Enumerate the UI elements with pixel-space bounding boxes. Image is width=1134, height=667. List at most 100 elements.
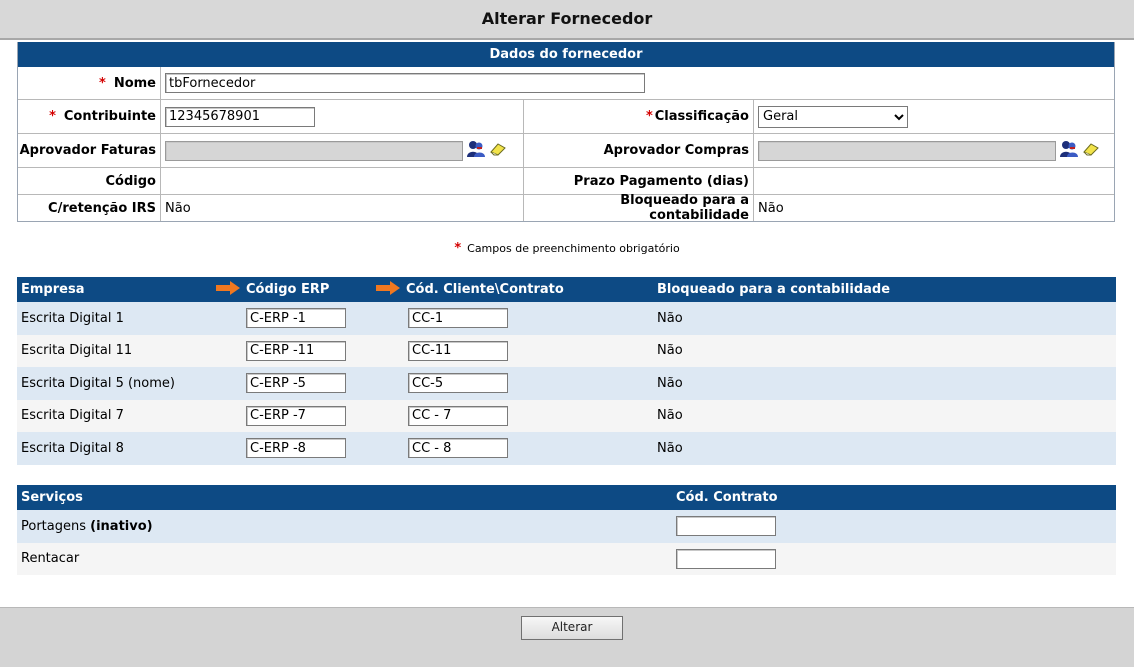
service-name-cell: Portagens (inativo): [21, 510, 153, 543]
services-table-body: Portagens (inativo) Rentacar: [17, 510, 1116, 575]
required-fields-note: * Campos de preenchimento obrigatório: [0, 241, 1134, 256]
cod-contrato-cell: [676, 510, 776, 543]
codigo-erp-input[interactable]: [246, 438, 346, 459]
eraser-icon[interactable]: [489, 142, 507, 160]
header-codigo-erp: Código ERP: [246, 282, 330, 297]
eraser-icon[interactable]: [1082, 142, 1100, 160]
empresa-cell: Escrita Digital 1: [21, 310, 124, 326]
users-lookup-icon[interactable]: [1059, 140, 1079, 162]
classificacao-label: Classificação: [654, 109, 749, 124]
header-cod-cliente: Cód. Cliente\Contrato: [406, 282, 564, 297]
retencao-label-cell: C/retenção IRS: [18, 195, 161, 221]
codigo-erp-cell: [246, 367, 346, 400]
cod-cliente-input[interactable]: [408, 373, 508, 394]
aprovador-faturas-value-cell: [161, 134, 524, 167]
contribuinte-input[interactable]: [165, 106, 315, 127]
prazo-label: Prazo Pagamento (dias): [573, 173, 749, 189]
aprovador-compras-label: Aprovador Compras: [603, 143, 749, 158]
contribuinte-row: * Contribuinte * Classificação Geral: [18, 99, 1114, 133]
nome-label-cell: * Nome: [18, 67, 161, 99]
codigo-erp-cell: [246, 400, 346, 433]
arrow-right-icon: [216, 280, 240, 299]
table-row: Escrita Digital 5 (nome) Não: [17, 367, 1116, 400]
cod-cliente-cell: [408, 432, 508, 465]
alterar-button[interactable]: Alterar: [521, 616, 623, 640]
cod-cliente-input[interactable]: [408, 340, 508, 361]
aprovador-compras-value-cell: [754, 134, 1100, 167]
table-row: Escrita Digital 8 Não: [17, 432, 1116, 465]
required-star: *: [645, 109, 653, 124]
service-status: (inativo): [90, 518, 153, 534]
header-bloqueado: Bloqueado para a contabilidade: [657, 282, 891, 297]
required-star: *: [49, 109, 56, 124]
codigo-label-cell: Código: [18, 168, 161, 194]
companies-table-body: Escrita Digital 1 Não Escrita Digital 11 Nã…: [17, 302, 1116, 465]
services-table: Serviços Cód. Contrato Portagens (inativ…: [17, 485, 1116, 575]
codigo-erp-input[interactable]: [246, 308, 346, 329]
codigo-erp-cell: [246, 335, 346, 368]
codigo-erp-input[interactable]: [246, 373, 346, 394]
table-row: Escrita Digital 1 Não: [17, 302, 1116, 335]
action-bar: Alterar: [0, 607, 1134, 667]
aprovador-compras-input: [758, 140, 1056, 161]
aprovador-faturas-label-cell: Aprovador Faturas: [18, 134, 161, 167]
arrow-right-icon: [376, 280, 400, 299]
retencao-row: C/retenção IRS Não Bloqueado para a cont…: [18, 193, 1114, 223]
bloqueado-cell: Não: [657, 375, 683, 391]
codigo-value: [161, 168, 524, 194]
contribuinte-label: Contribuinte: [63, 109, 156, 124]
companies-table: Empresa Código ERP Cód. Cliente\Contrato…: [17, 277, 1116, 465]
table-row: Portagens (inativo): [17, 510, 1116, 543]
empresa-cell: Escrita Digital 7: [21, 408, 124, 424]
header-cod-cliente-cell: Cód. Cliente\Contrato: [376, 277, 564, 302]
contribuinte-label-cell: * Contribuinte: [18, 100, 161, 133]
required-star: *: [99, 75, 106, 91]
codigo-row: Código Prazo Pagamento (dias): [18, 167, 1114, 194]
codigo-erp-cell: [246, 432, 346, 465]
codigo-erp-input[interactable]: [246, 340, 346, 361]
service-name: Portagens: [21, 518, 86, 534]
required-note-text: Campos de preenchimento obrigatório: [467, 242, 680, 255]
service-name-cell: Rentacar: [21, 543, 79, 576]
bloqueado-label: Bloqueado para a contabilidade: [620, 193, 749, 223]
codigo-erp-input[interactable]: [246, 405, 346, 426]
table-row: Escrita Digital 11 Não: [17, 334, 1116, 368]
header-empresa: Empresa: [21, 282, 85, 297]
cod-cliente-input[interactable]: [408, 405, 508, 426]
contribuinte-value-cell: [161, 100, 524, 133]
codigo-erp-cell: [246, 302, 346, 335]
classificacao-select[interactable]: Geral: [758, 105, 908, 128]
bloqueado-cell: Não: [657, 408, 683, 424]
bloqueado-cell: Não: [657, 440, 683, 456]
cod-cliente-cell: [408, 367, 508, 400]
header-servicos: Serviços: [21, 490, 83, 505]
codigo-label: Código: [105, 173, 156, 189]
aprovadores-row: Aprovador Faturas Aprovador Compras: [18, 133, 1114, 167]
retencao-value: Não: [161, 195, 524, 221]
bloqueado-value: Não: [758, 200, 784, 216]
services-table-header: Serviços Cód. Contrato: [17, 485, 1116, 510]
nome-label: Nome: [113, 75, 156, 91]
cod-cliente-cell: [408, 302, 508, 335]
aprovador-compras-label-cell: Aprovador Compras: [524, 134, 754, 167]
bloqueado-label-cell: Bloqueado para a contabilidade: [524, 193, 754, 223]
table-row: Escrita Digital 7 Não: [17, 399, 1116, 433]
cod-cliente-input[interactable]: [408, 308, 508, 329]
page-title: Alterar Fornecedor: [0, 0, 1134, 40]
required-star: *: [454, 241, 462, 256]
users-lookup-icon[interactable]: [466, 140, 486, 162]
companies-table-header: Empresa Código ERP Cód. Cliente\Contrato…: [17, 277, 1116, 302]
nome-row: * Nome: [18, 67, 1114, 99]
nome-input[interactable]: [165, 73, 645, 93]
classificacao-label-cell: * Classificação: [524, 100, 754, 133]
classificacao-value-cell: Geral: [754, 100, 908, 133]
aprovador-faturas-input: [165, 140, 463, 161]
cod-cliente-input[interactable]: [408, 438, 508, 459]
prazo-value: [754, 168, 758, 194]
cod-contrato-input[interactable]: [676, 548, 776, 569]
header-cod-contrato: Cód. Contrato: [676, 490, 778, 505]
header-codigo-erp-cell: Código ERP: [216, 277, 329, 302]
cod-contrato-input[interactable]: [676, 516, 776, 537]
empresa-cell: Escrita Digital 5 (nome): [21, 375, 175, 391]
prazo-label-cell: Prazo Pagamento (dias): [524, 168, 754, 194]
